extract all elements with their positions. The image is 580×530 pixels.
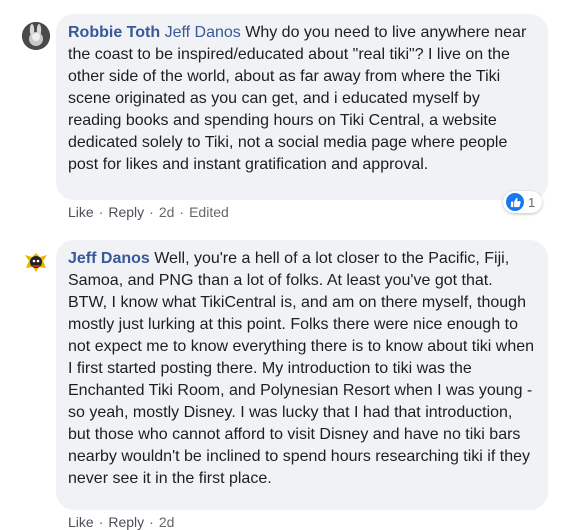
comment-bubble: Jeff Danos Well, you're a hell of a lot … — [56, 240, 548, 510]
comment-author[interactable]: Jeff Danos — [68, 250, 150, 267]
reply-button[interactable]: Reply — [108, 514, 144, 530]
avatar[interactable] — [22, 248, 50, 276]
comment-author[interactable]: Robbie Toth — [68, 24, 160, 41]
comment-text: Well, you're a hell of a lot closer to t… — [68, 250, 535, 487]
like-icon — [506, 193, 524, 211]
avatar-image — [22, 248, 50, 276]
mention-link[interactable]: Jeff Danos — [165, 24, 241, 41]
comment-actions: Like · Reply · 2d — [68, 514, 175, 530]
edited-label[interactable]: Edited — [189, 204, 229, 220]
reply-button[interactable]: Reply — [108, 204, 144, 220]
avatar[interactable] — [22, 22, 50, 50]
like-button[interactable]: Like — [68, 514, 94, 530]
comment-actions: Like · Reply · 2d · Edited — [68, 204, 229, 220]
comment-text: Why do you need to live anywhere near th… — [68, 24, 527, 173]
like-button[interactable]: Like — [68, 204, 94, 220]
comment-bubble: Robbie Toth Jeff Danos Why do you need t… — [56, 14, 548, 200]
avatar-image — [22, 22, 50, 50]
comment-timestamp[interactable]: 2d — [159, 514, 175, 530]
reaction-summary[interactable]: 1 — [503, 191, 543, 213]
reaction-count: 1 — [528, 194, 536, 210]
comment-timestamp[interactable]: 2d — [159, 204, 175, 220]
